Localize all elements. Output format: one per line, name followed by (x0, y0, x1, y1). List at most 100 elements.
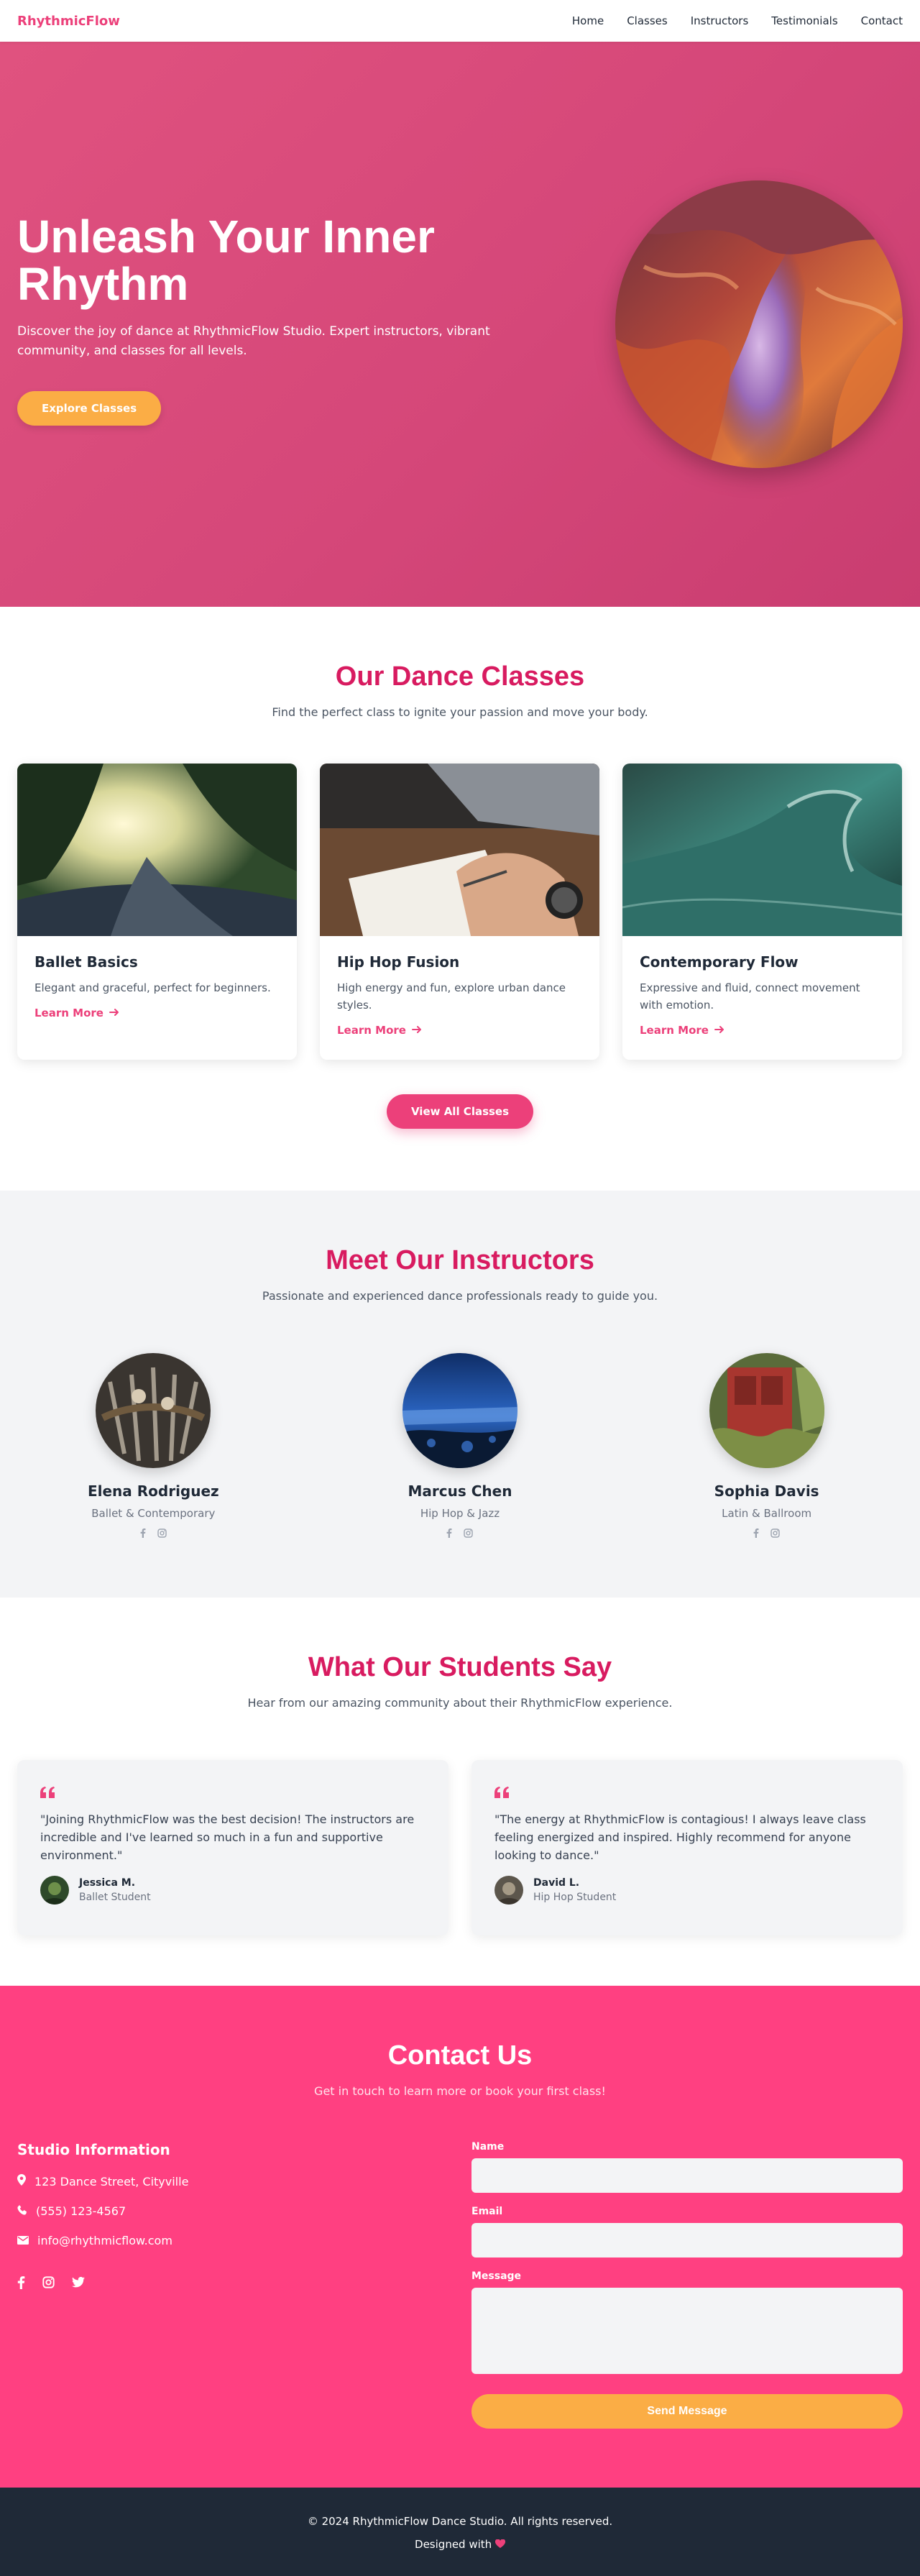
brand-logo[interactable]: RhythmicFlow (17, 14, 120, 29)
nav-link-home[interactable]: Home (572, 14, 604, 27)
footer: © 2024 RhythmicFlow Dance Studio. All ri… (0, 2488, 920, 2576)
classes-subtitle: Find the perfect class to ignite your pa… (272, 705, 648, 719)
instructors-subtitle: Passionate and experienced dance profess… (262, 1289, 658, 1303)
learn-more-label: Learn More (337, 1024, 406, 1037)
class-card-body: Hip Hop Fusion High energy and fun, expl… (320, 936, 599, 1054)
class-card: Hip Hop Fusion High energy and fun, expl… (320, 764, 599, 1060)
message-field[interactable] (472, 2288, 903, 2374)
footer-designed: Designed with (0, 2538, 920, 2551)
instagram-icon[interactable] (42, 2276, 55, 2293)
testimonial-author: David L. Hip Hop Student (494, 1876, 880, 1905)
testimonials-section: What Our Students Say Hear from our amaz… (0, 1598, 920, 1986)
facebook-icon[interactable] (446, 1528, 452, 1541)
email-label: Email (472, 2206, 503, 2217)
avatar (494, 1876, 523, 1905)
author-name: Jessica M. (79, 1877, 136, 1889)
hero-title: Unleash Your Inner Rhythm (17, 213, 520, 308)
contact-form: Name Email Message Send Message (472, 2141, 903, 2429)
instructor-photo (402, 1353, 518, 1468)
phone-icon (17, 2204, 27, 2218)
quote-icon (494, 1783, 880, 1800)
learn-more-link[interactable]: Learn More (640, 1024, 724, 1037)
class-card: Contemporary Flow Expressive and fluid, … (622, 764, 902, 1060)
facebook-icon[interactable] (753, 1528, 759, 1541)
name-field[interactable] (472, 2158, 903, 2193)
avatar (40, 1876, 69, 1905)
instructor-card: Elena Rodriguez Ballet & Contemporary (45, 1353, 261, 1541)
hero-content: Unleash Your Inner Rhythm Discover the j… (17, 213, 520, 426)
name-label: Name (472, 2141, 505, 2153)
studio-email[interactable]: info@rhythmicflow.com (37, 2234, 172, 2247)
contact-grid: Studio Information 123 Dance Street, Cit… (0, 2141, 920, 2429)
view-all-classes-button[interactable]: View All Classes (386, 1094, 534, 1129)
contact-title: Contact Us (387, 2040, 533, 2071)
contact-subtitle: Get in touch to learn more or book your … (314, 2084, 606, 2098)
class-card-body: Contemporary Flow Expressive and fluid, … (622, 936, 902, 1054)
class-card: Ballet Basics Elegant and graceful, perf… (17, 764, 297, 1060)
class-description: Expressive and fluid, connect movement w… (640, 981, 860, 1012)
classes-section: Our Dance Classes Find the perfect class… (0, 607, 920, 1191)
email-row: info@rhythmicflow.com (17, 2234, 448, 2247)
instructor-socials (45, 1528, 261, 1541)
studio-phone[interactable]: (555) 123-4567 (36, 2204, 126, 2218)
instructor-card: Marcus Chen Hip Hop & Jazz (352, 1353, 568, 1541)
nav-link-testimonials[interactable]: Testimonials (771, 14, 837, 27)
map-pin-icon (17, 2174, 26, 2188)
facebook-icon[interactable] (140, 1528, 146, 1541)
nav-link-contact[interactable]: Contact (861, 14, 903, 27)
instructor-role: Latin & Ballroom (722, 1507, 812, 1520)
send-message-button[interactable]: Send Message (472, 2394, 903, 2429)
facebook-icon[interactable] (17, 2276, 25, 2293)
nav-link-classes[interactable]: Classes (627, 14, 668, 27)
hero-title-line1: Unleash Your Inner (17, 211, 435, 262)
instructors-section: Meet Our Instructors Passionate and expe… (0, 1191, 920, 1598)
author-name: David L. (533, 1877, 580, 1889)
address-row: 123 Dance Street, Cityville (17, 2174, 448, 2188)
instructor-name: Elena Rodriguez (87, 1482, 219, 1500)
instructor-socials (352, 1528, 568, 1541)
hero-section: Unleash Your Inner Rhythm Discover the j… (0, 42, 920, 607)
arrow-right-icon (411, 1024, 422, 1037)
heart-icon (494, 2538, 505, 2551)
instagram-icon[interactable] (157, 1528, 167, 1541)
learn-more-link[interactable]: Learn More (337, 1024, 422, 1037)
email-field[interactable] (472, 2223, 903, 2258)
quote-icon (40, 1783, 426, 1800)
top-nav: RhythmicFlow Home Classes Instructors Te… (0, 0, 920, 42)
classes-title: Our Dance Classes (335, 661, 585, 692)
nav-link-instructors[interactable]: Instructors (691, 14, 749, 27)
class-image (622, 764, 902, 936)
instructor-role: Ballet & Contemporary (91, 1507, 216, 1520)
footer-copyright: © 2024 RhythmicFlow Dance Studio. All ri… (307, 2515, 613, 2528)
nav-links: Home Classes Instructors Testimonials Co… (572, 14, 903, 27)
instructor-socials (659, 1528, 875, 1541)
studio-info-title: Studio Information (17, 2141, 170, 2158)
class-title: Ballet Basics (34, 953, 138, 971)
twitter-icon[interactable] (72, 2276, 85, 2293)
instructor-name: Sophia Davis (714, 1482, 819, 1500)
instructor-card: Sophia Davis Latin & Ballroom (659, 1353, 875, 1541)
classes-grid: Ballet Basics Elegant and graceful, perf… (0, 764, 920, 1060)
class-image (17, 764, 297, 936)
hero-subtitle: Discover the joy of dance at RhythmicFlo… (17, 324, 490, 358)
instagram-icon[interactable] (464, 1528, 474, 1541)
message-label: Message (472, 2270, 522, 2282)
class-card-body: Ballet Basics Elegant and graceful, perf… (17, 936, 297, 1037)
mail-icon (17, 2234, 29, 2247)
author-details: David L. Hip Hop Student (533, 1877, 616, 1903)
class-description: High energy and fun, explore urban dance… (337, 981, 566, 1012)
explore-classes-button[interactable]: Explore Classes (17, 391, 162, 426)
studio-address: 123 Dance Street, Cityville (34, 2174, 189, 2188)
studio-info: Studio Information 123 Dance Street, Cit… (17, 2141, 448, 2429)
instagram-icon[interactable] (770, 1528, 780, 1541)
hero-image (615, 180, 903, 468)
learn-more-link[interactable]: Learn More (34, 1007, 119, 1019)
arrow-right-icon (109, 1007, 119, 1019)
contact-section: Contact Us Get in touch to learn more or… (0, 1986, 920, 2488)
instructor-photo (96, 1353, 211, 1468)
learn-more-label: Learn More (640, 1024, 709, 1037)
instructor-name: Marcus Chen (408, 1482, 512, 1500)
class-title: Contemporary Flow (640, 953, 799, 971)
instructor-photo (709, 1353, 824, 1468)
testimonials-grid: "Joining RhythmicFlow was the best decis… (0, 1760, 920, 1935)
